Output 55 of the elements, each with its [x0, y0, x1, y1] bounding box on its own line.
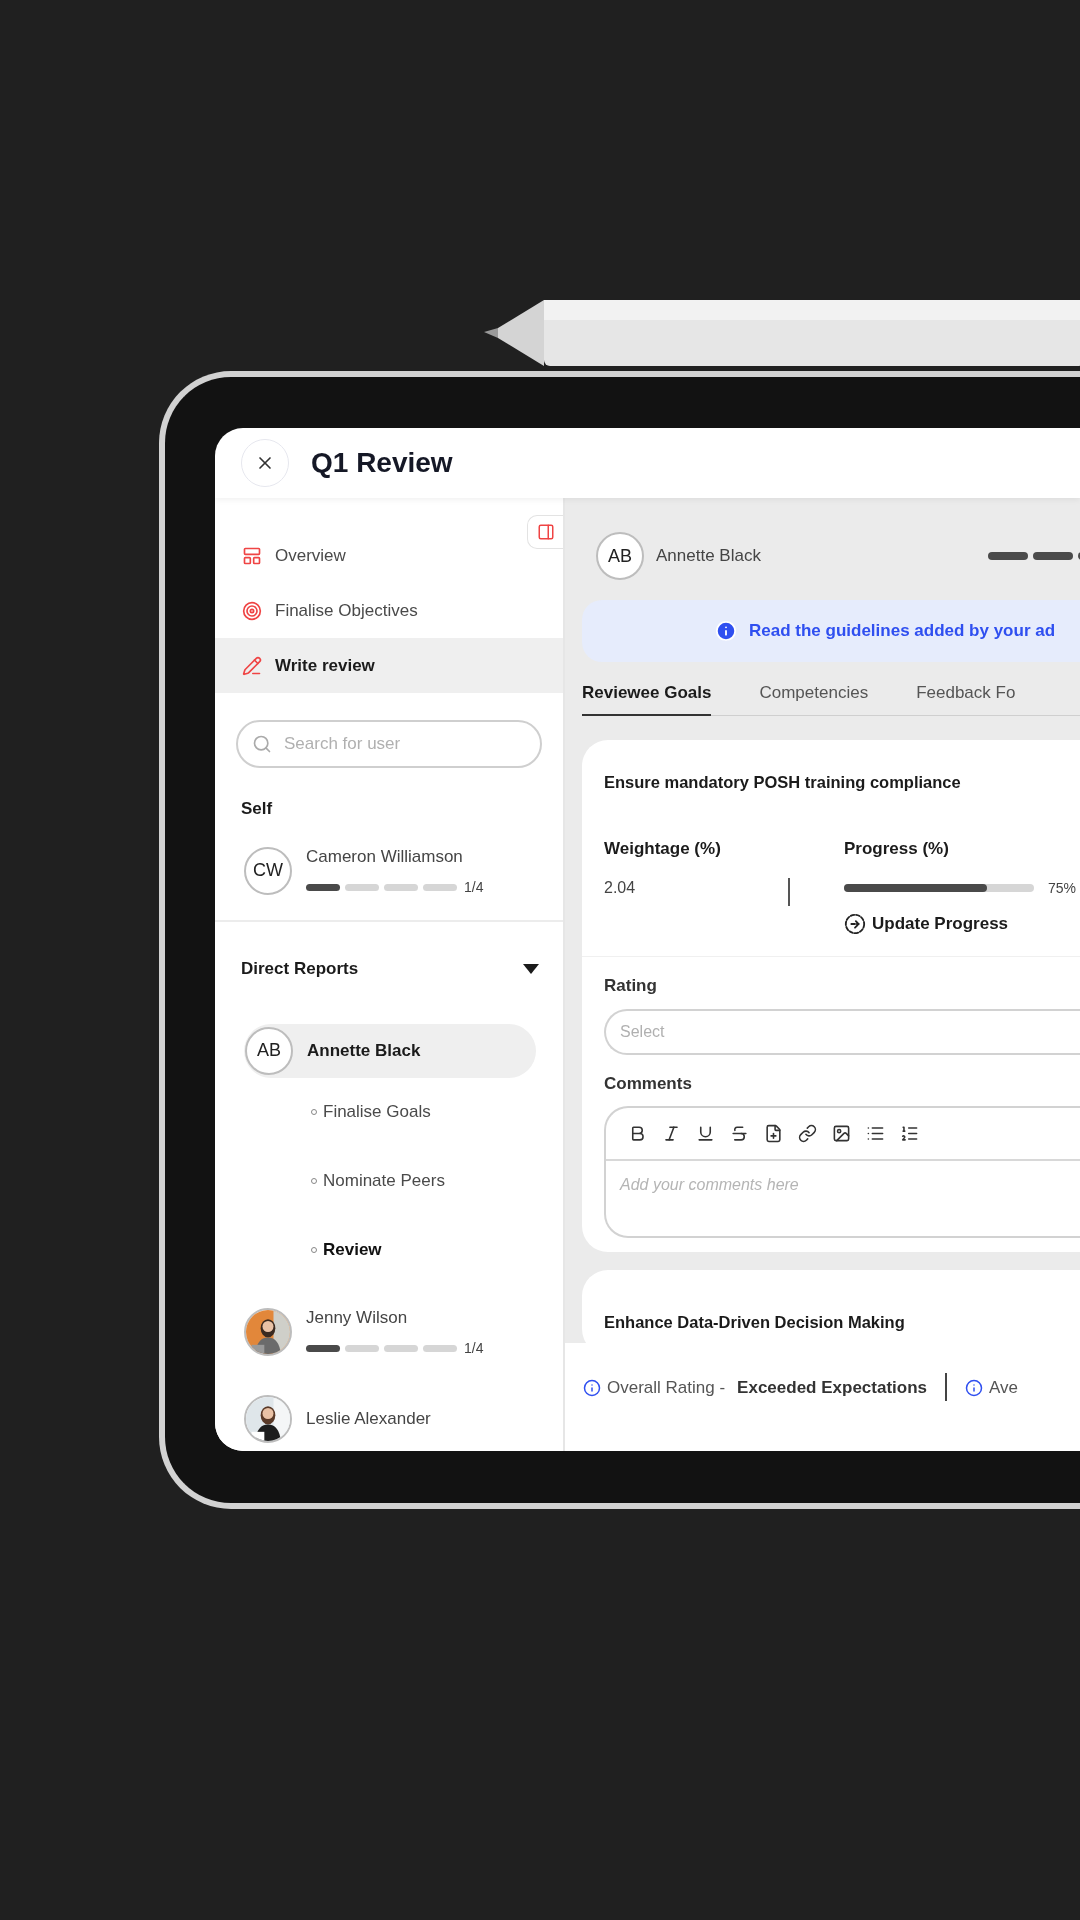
- info-icon: [715, 620, 737, 642]
- strikethrough-icon[interactable]: [730, 1124, 749, 1144]
- update-progress-button[interactable]: Update Progress: [844, 910, 1077, 937]
- reviewee-name: Annette Black: [656, 545, 761, 568]
- goal-title: Enhance Data-Driven Decision Making: [604, 1312, 906, 1334]
- panel-toggle-button[interactable]: [527, 515, 563, 549]
- footer-label: Ave: [989, 1377, 1019, 1399]
- footer-value: Exceeded Expectations: [737, 1377, 928, 1399]
- user-item[interactable]: AB Annette Black: [244, 1023, 536, 1078]
- file-plus-icon[interactable]: [764, 1124, 783, 1144]
- underline-icon[interactable]: [696, 1124, 715, 1144]
- nav-item[interactable]: Finalise Objectives: [215, 583, 563, 638]
- field-label: Rating: [604, 975, 658, 998]
- page-title: Q1 Review: [311, 446, 453, 480]
- info-icon: [965, 1378, 984, 1397]
- field-label: Weightage (%): [604, 838, 722, 861]
- search-icon: [252, 734, 272, 754]
- nav-icon: [242, 655, 262, 676]
- field-label: Comments: [604, 1072, 693, 1095]
- italic-icon[interactable]: [662, 1124, 681, 1144]
- field-label: Progress (%): [844, 838, 950, 861]
- avatar: AB: [596, 532, 644, 580]
- numbered-list-icon[interactable]: [900, 1124, 919, 1144]
- guidelines-banner[interactable]: Read the guidelines added by your ad: [582, 600, 1080, 662]
- user-item[interactable]: Leslie Alexander: [244, 1395, 536, 1443]
- panel-icon: [536, 523, 555, 541]
- user-item[interactable]: Jenny Wilson 1/4: [244, 1304, 536, 1359]
- caret-icon[interactable]: [523, 963, 539, 974]
- progress-reading: 75%: [1048, 878, 1077, 898]
- avatar: AB: [245, 1026, 293, 1075]
- tab[interactable]: Competencies: [759, 680, 869, 716]
- sub-item[interactable]: Finalise Goals: [215, 1077, 563, 1147]
- tab[interactable]: Reviewee Goals: [582, 680, 712, 716]
- step-count: 1/4: [464, 878, 484, 897]
- image-icon[interactable]: [832, 1124, 851, 1144]
- tab[interactable]: Feedback Fo: [916, 680, 1016, 716]
- link-icon[interactable]: [798, 1124, 817, 1144]
- user-item[interactable]: CW Cameron Williamson 1/4: [215, 843, 563, 898]
- arrow-circle-icon: [844, 912, 866, 935]
- weightage-value: 2.04: [604, 877, 637, 898]
- sub-item[interactable]: Nominate Peers: [215, 1146, 563, 1216]
- nav-icon: [242, 600, 262, 621]
- nav-item[interactable]: Overview: [215, 528, 563, 583]
- search-field[interactable]: Search for user: [236, 720, 542, 768]
- comments-placeholder: Add your comments here: [618, 1175, 800, 1196]
- section-heading: Direct Reports: [241, 958, 359, 980]
- info-icon: [583, 1378, 601, 1397]
- section-heading: Self: [240, 798, 274, 820]
- sub-item[interactable]: Review: [215, 1215, 563, 1285]
- nav-icon: [242, 545, 262, 566]
- goal-title: Ensure mandatory POSH training compliance: [604, 771, 962, 793]
- footer-label: Overall Rating -: [607, 1377, 726, 1399]
- avatar: CW: [244, 846, 292, 895]
- step-count: 1/4: [464, 1339, 484, 1358]
- nav-item[interactable]: Write review: [215, 638, 563, 693]
